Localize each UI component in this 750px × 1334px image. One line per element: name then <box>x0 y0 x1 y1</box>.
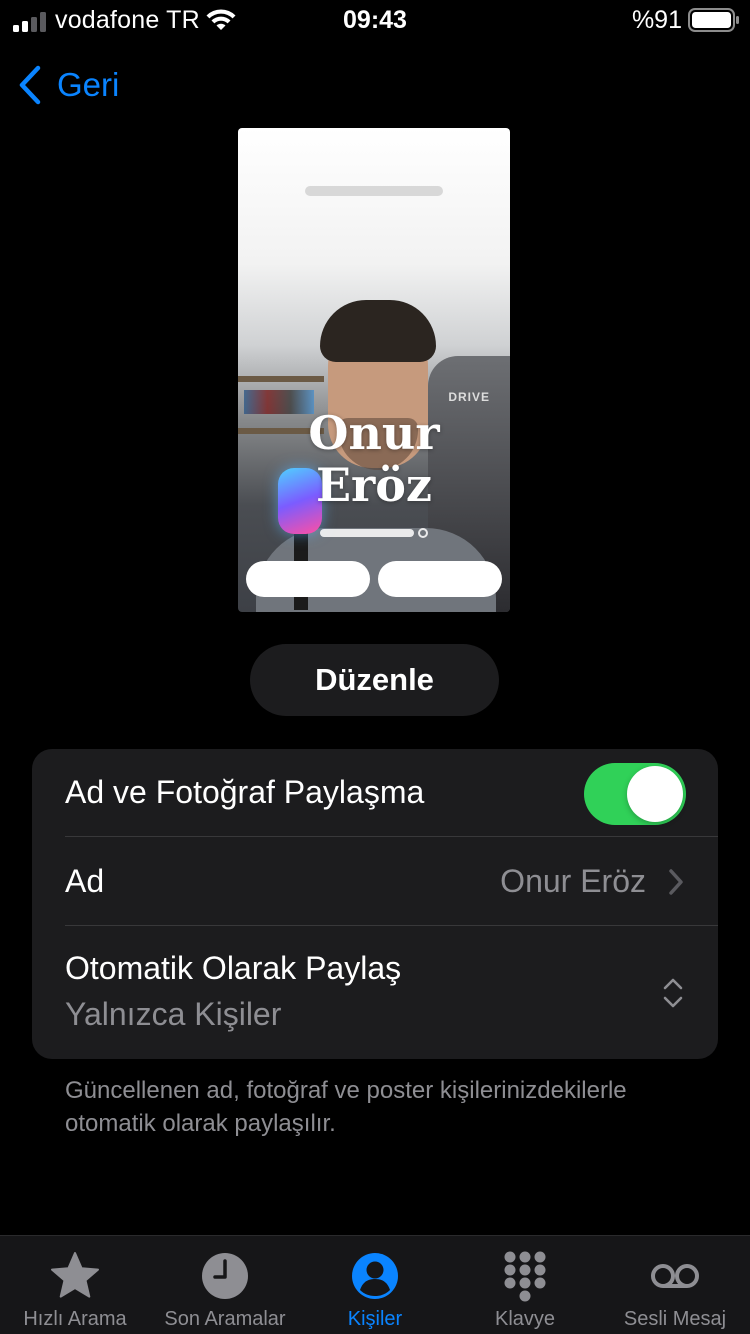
tab-favorites[interactable]: Hızlı Arama <box>0 1236 150 1334</box>
share-toggle-row: Ad ve Fotoğraf Paylaşma <box>32 749 718 837</box>
back-label: Geri <box>57 66 120 103</box>
tab-label: Hızlı Arama <box>23 1308 127 1330</box>
poster-button-placeholder-right <box>378 561 502 597</box>
tab-label: Sesli Mesaj <box>623 1308 727 1330</box>
chevron-right-icon <box>669 869 683 895</box>
poster-first-name: Onur <box>308 406 440 460</box>
chair-logo: DRIVE <box>448 390 490 404</box>
person-hair <box>320 300 436 362</box>
star-icon <box>51 1252 99 1298</box>
auto-share-row[interactable]: Otomatik Olarak Paylaş Yalnızca Kişiler <box>32 926 718 1059</box>
battery-percentage: %91 <box>631 6 682 34</box>
share-toggle-switch[interactable] <box>584 763 686 825</box>
toggle-knob <box>627 766 683 822</box>
battery-icon <box>688 8 739 32</box>
poster-dot-placeholder <box>418 528 428 538</box>
poster-slider-placeholder <box>320 529 414 537</box>
share-settings-group: Ad ve Fotoğraf Paylaşma Ad Onur Eröz Oto… <box>32 749 718 1059</box>
auto-share-label: Otomatik Olarak Paylaş <box>65 950 402 986</box>
chevron-left-icon <box>19 65 41 105</box>
clock-icon <box>202 1253 248 1299</box>
tab-bar: Hızlı Arama Son Aramalar Kişiler Klavye <box>0 1235 750 1334</box>
edit-button[interactable]: Düzenle <box>250 644 499 716</box>
name-label: Ad <box>65 863 105 899</box>
name-row[interactable]: Ad Onur Eröz <box>32 837 718 925</box>
tab-label: Kişiler <box>347 1308 403 1330</box>
background-shelf <box>238 376 324 382</box>
keypad-icon <box>504 1251 546 1302</box>
tab-label: Klavye <box>494 1308 556 1330</box>
voicemail-icon <box>651 1264 699 1288</box>
chevron-up-down-icon <box>663 978 683 1008</box>
auto-share-value: Yalnızca Kişiler <box>65 996 282 1032</box>
share-footnote: Güncellenen ad, fotoğraf ve poster kişil… <box>65 1077 627 1137</box>
tab-label: Son Aramalar <box>164 1308 286 1330</box>
tab-recents[interactable]: Son Aramalar <box>150 1236 300 1334</box>
name-value: Onur Eröz <box>500 863 646 899</box>
poster-last-name: Eröz <box>315 458 433 512</box>
poster-status-placeholder <box>305 186 443 196</box>
person-circle-icon <box>352 1253 398 1299</box>
tab-voicemail[interactable]: Sesli Mesaj <box>600 1236 750 1334</box>
share-toggle-label: Ad ve Fotoğraf Paylaşma <box>65 774 425 810</box>
poster-button-placeholder-left <box>246 561 370 597</box>
tab-keypad[interactable]: Klavye <box>450 1236 600 1334</box>
back-button[interactable]: Geri <box>17 62 119 108</box>
status-bar: vodafone TR 09:43 %91 <box>0 0 750 44</box>
contact-poster-preview[interactable]: DRIVE Onur Eröz <box>238 128 510 612</box>
tab-contacts[interactable]: Kişiler <box>300 1236 450 1334</box>
